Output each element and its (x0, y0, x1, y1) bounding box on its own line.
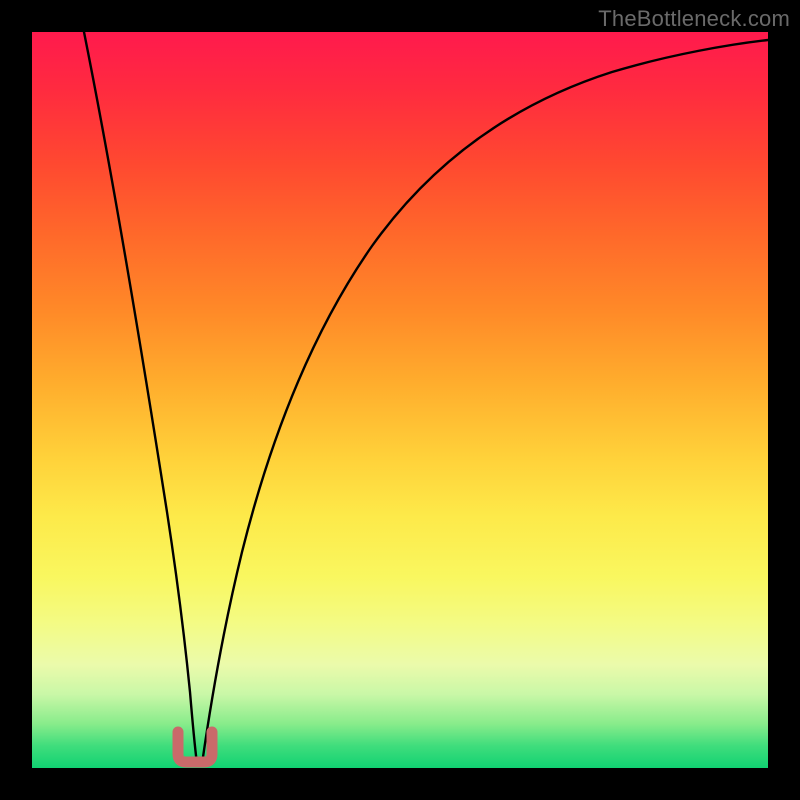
watermark-text: TheBottleneck.com (598, 6, 790, 32)
bottleneck-curve (84, 32, 768, 764)
chart-stage: TheBottleneck.com (0, 0, 800, 800)
curve-layer (32, 32, 768, 768)
plot-area (32, 32, 768, 768)
